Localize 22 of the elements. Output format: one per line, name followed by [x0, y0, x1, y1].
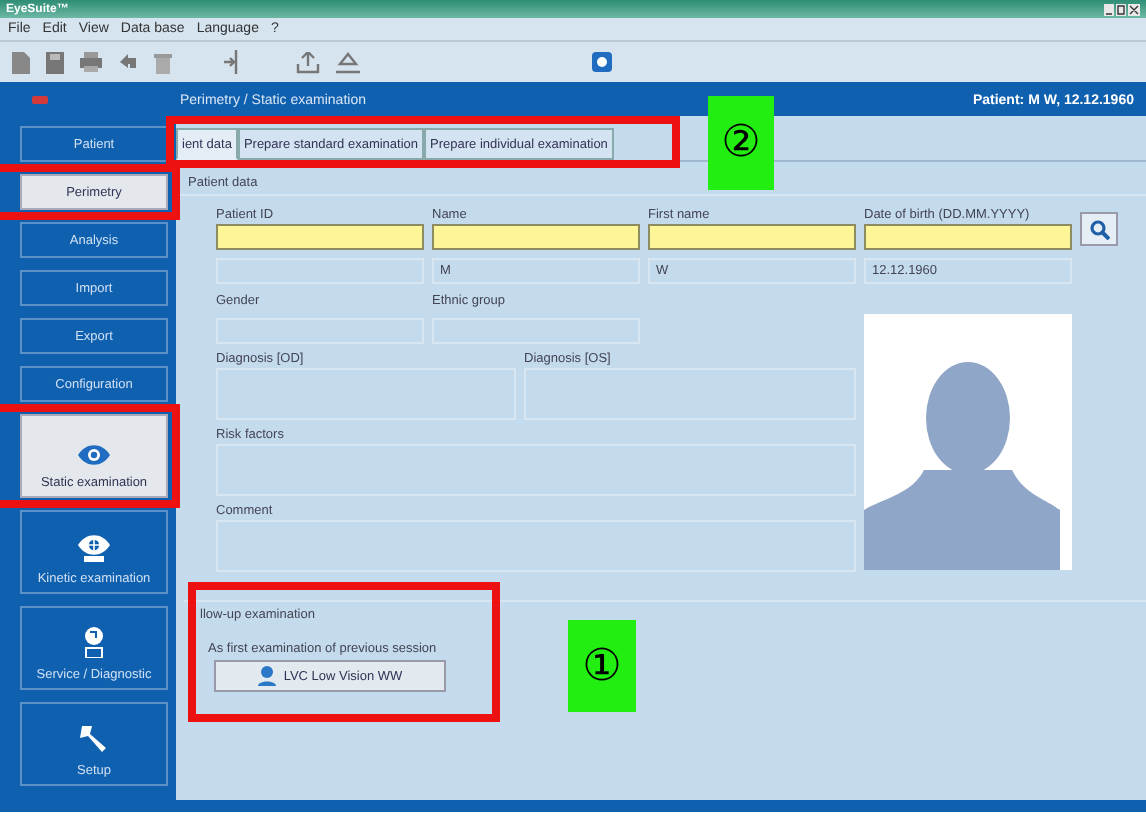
- eye-icon: [78, 444, 110, 466]
- search-button[interactable]: [1080, 212, 1118, 246]
- save-icon[interactable]: [46, 51, 64, 73]
- document-icon[interactable]: [12, 51, 30, 73]
- upload-icon[interactable]: [336, 51, 360, 73]
- input-field[interactable]: [432, 224, 640, 250]
- search-icon: [1089, 219, 1109, 239]
- input-field[interactable]: [864, 224, 1072, 250]
- collapse-icon[interactable]: [32, 96, 48, 104]
- trash-icon[interactable]: [154, 51, 172, 73]
- input-field[interactable]: [648, 224, 856, 250]
- avatar-silhouette-icon: [864, 314, 1072, 570]
- person-icon: [257, 666, 276, 686]
- input-field[interactable]: [216, 224, 424, 250]
- callout-badge: ①: [568, 620, 636, 712]
- callout-badge: ②: [708, 96, 774, 190]
- eye-icon: [78, 534, 110, 562]
- window-controls-icon[interactable]: [1104, 3, 1140, 15]
- print-icon[interactable]: [80, 52, 102, 72]
- export-icon[interactable]: [296, 51, 320, 73]
- wrench-icon: [78, 722, 110, 754]
- undo-icon[interactable]: [118, 52, 138, 72]
